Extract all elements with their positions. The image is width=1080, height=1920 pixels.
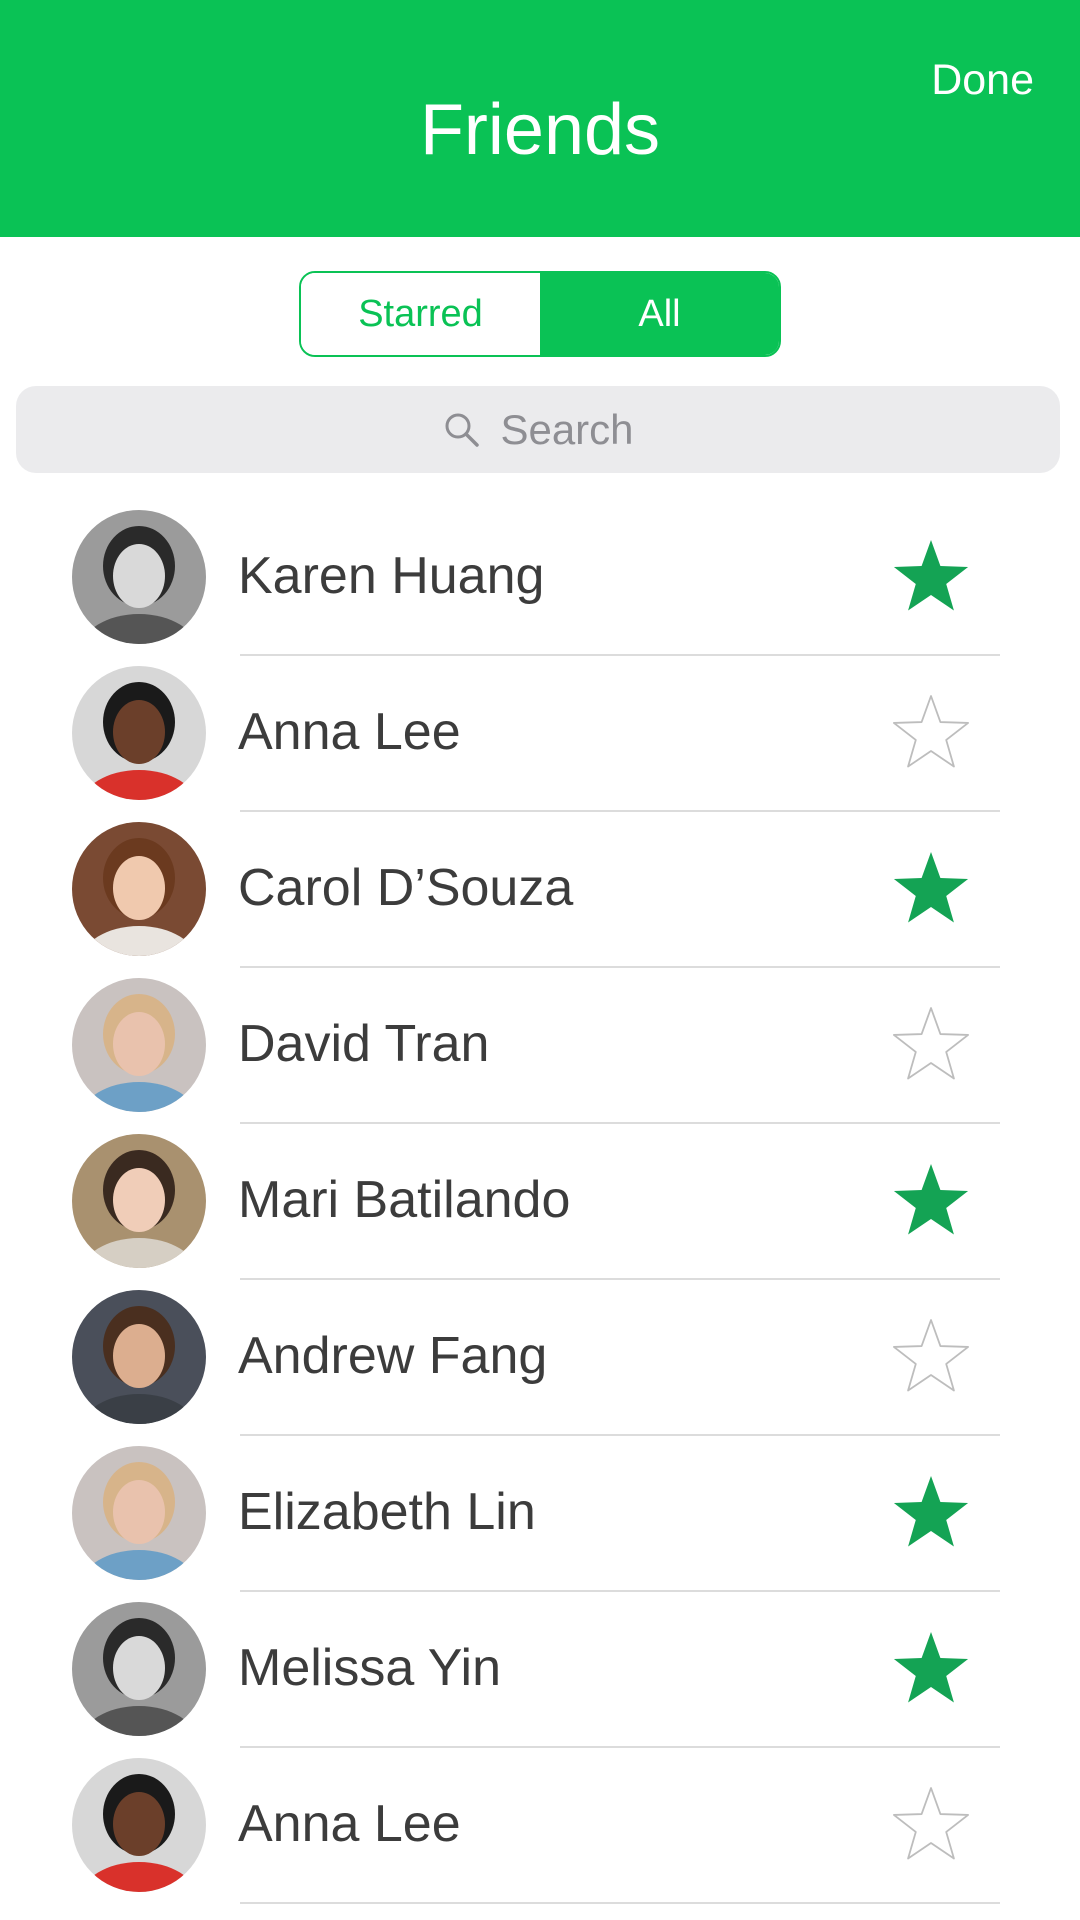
star-outline-icon[interactable] [890, 1316, 972, 1398]
avatar [72, 510, 206, 644]
friend-row[interactable]: David Tran [0, 968, 1080, 1124]
friend-name: Karen Huang [238, 547, 545, 605]
star-filled-icon[interactable] [890, 848, 972, 930]
friends-screen: Friends Done Starred All Search Karen Hu… [0, 0, 1080, 1920]
segment-all[interactable]: All [540, 273, 779, 355]
friends-list: Karen Huang Anna Lee Carol D’Souza David Tr… [0, 500, 1080, 1904]
done-button[interactable]: Done [931, 52, 1034, 108]
navigation-bar: Friends Done [0, 0, 1080, 237]
avatar [72, 1446, 206, 1580]
star-filled-icon[interactable] [890, 536, 972, 618]
avatar [72, 1758, 206, 1892]
star-filled-icon[interactable] [890, 1160, 972, 1242]
row-divider [240, 1902, 1000, 1904]
friend-row[interactable]: Anna Lee [0, 1748, 1080, 1904]
friend-row[interactable]: Mari Batilando [0, 1124, 1080, 1280]
friend-row[interactable]: Melissa Yin [0, 1592, 1080, 1748]
star-filled-icon[interactable] [890, 1472, 972, 1554]
friend-row[interactable]: Elizabeth Lin [0, 1436, 1080, 1592]
segmented-control: Starred All [299, 271, 781, 357]
page-title: Friends [419, 90, 661, 170]
star-outline-icon[interactable] [890, 692, 972, 774]
friend-row[interactable]: Carol D’Souza [0, 812, 1080, 968]
friend-name: David Tran [238, 1015, 490, 1073]
friend-row[interactable]: Karen Huang [0, 500, 1080, 656]
friend-name: Anna Lee [238, 1795, 461, 1853]
avatar [72, 1290, 206, 1424]
friend-name: Anna Lee [238, 703, 461, 761]
star-outline-icon[interactable] [890, 1784, 972, 1866]
friend-row[interactable]: Anna Lee [0, 656, 1080, 812]
star-filled-icon[interactable] [890, 1628, 972, 1710]
friend-name: Melissa Yin [238, 1639, 501, 1697]
search-field[interactable]: Search [16, 386, 1060, 473]
avatar [72, 978, 206, 1112]
avatar [72, 1134, 206, 1268]
avatar [72, 822, 206, 956]
friend-name: Mari Batilando [238, 1171, 571, 1229]
avatar [72, 666, 206, 800]
search-icon [442, 410, 482, 450]
star-outline-icon[interactable] [890, 1004, 972, 1086]
friend-row[interactable]: Andrew Fang [0, 1280, 1080, 1436]
avatar [72, 1602, 206, 1736]
search-placeholder: Search [500, 405, 634, 453]
segment-starred[interactable]: Starred [301, 273, 540, 355]
friend-name: Carol D’Souza [238, 859, 574, 917]
friend-name: Andrew Fang [238, 1327, 548, 1385]
friend-name: Elizabeth Lin [238, 1483, 536, 1541]
